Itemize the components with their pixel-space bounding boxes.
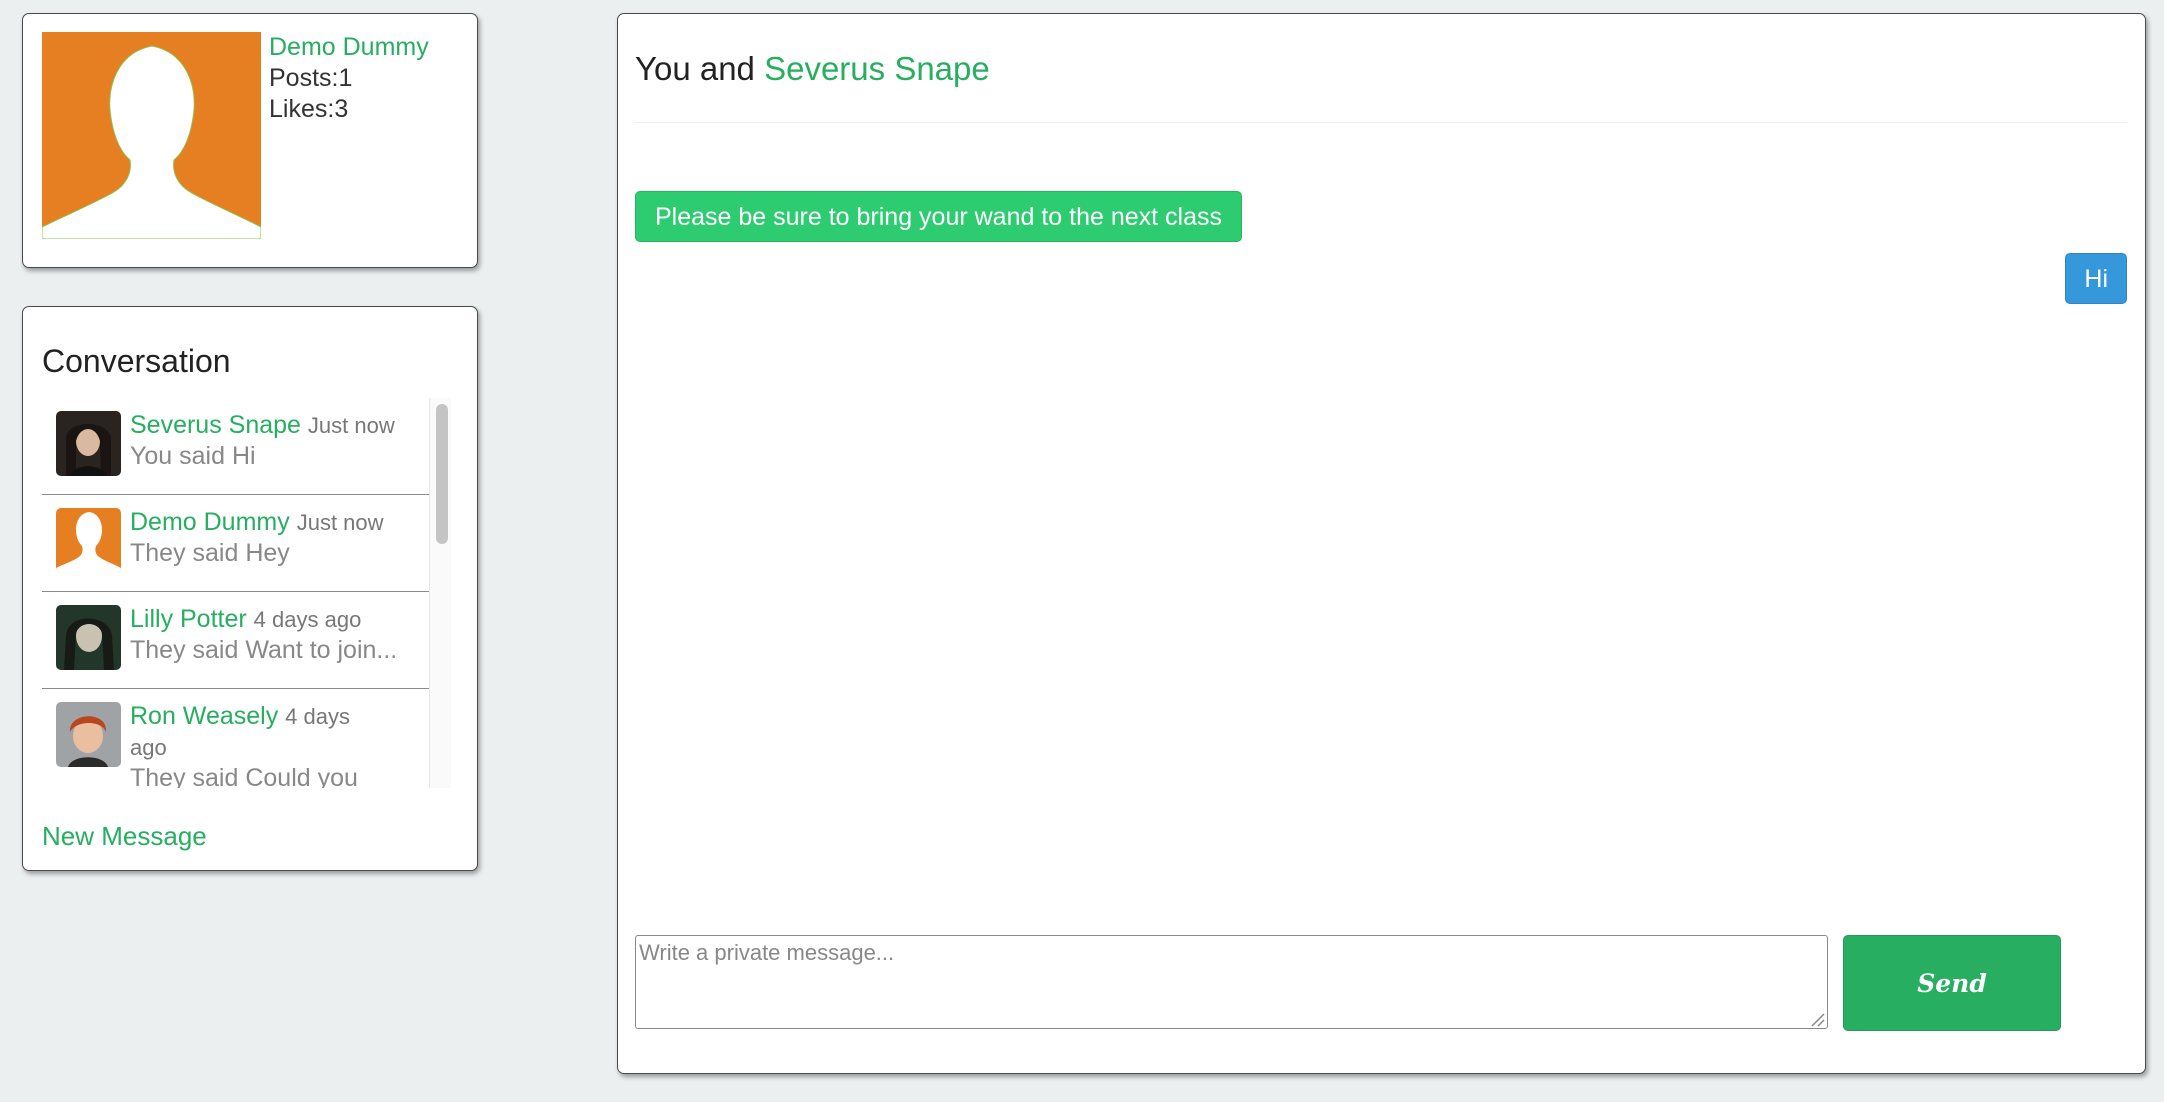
posts-label: Posts: (269, 64, 339, 92)
posts-count: 1 (338, 64, 353, 92)
portrait-severus-snape-icon (56, 411, 121, 476)
conversation-time: Just now (307, 413, 395, 438)
profile-posts: Posts: 1 (269, 63, 429, 94)
chat-partner-name[interactable]: Severus Snape (764, 50, 990, 87)
chat-header-prefix: You and (635, 50, 765, 87)
chat-header: You and Severus Snape (635, 50, 990, 88)
incoming-message-bubble: Please be sure to bring your wand to the… (635, 191, 1242, 242)
conversation-item[interactable]: Severus Snape Just now You said Hi (42, 398, 429, 495)
conversation-item[interactable]: Demo Dummy Just now They said Hey (42, 495, 429, 592)
conversation-text: Ron Weasely 4 days ago They said Could y… (130, 689, 390, 788)
conversation-scrollbar[interactable] (429, 398, 451, 788)
profile-avatar[interactable] (41, 32, 262, 240)
profile-likes: Likes: 3 (269, 94, 429, 125)
chat-panel: You and Severus Snape Please be sure to … (617, 13, 2146, 1074)
conversation-list[interactable]: Severus Snape Just now You said Hi Demo … (42, 398, 451, 788)
conversation-text: Severus Snape Just now You said Hi (130, 410, 425, 472)
portrait-ron-weasely-icon (56, 702, 121, 767)
likes-label: Likes: (269, 95, 335, 123)
conversation-item[interactable]: Ron Weasely 4 days ago They said Could y… (42, 689, 429, 788)
silhouette-avatar-icon (41, 32, 262, 240)
conversation-time: Just now (296, 510, 384, 535)
conversation-title: Conversation (42, 343, 231, 379)
conversation-preview: They said Could you se... (130, 764, 358, 788)
send-button[interactable]: Send (1843, 935, 2061, 1031)
silhouette-avatar-icon (56, 508, 121, 573)
chat-divider (635, 122, 2127, 123)
conversation-name[interactable]: Lilly Potter (130, 605, 247, 633)
conversation-text: Lilly Potter 4 days ago They said Want t… (130, 604, 425, 666)
conversation-time: 4 days ago (253, 607, 362, 632)
conversation-preview: They said Hey (130, 539, 290, 567)
conversation-item[interactable]: Lilly Potter 4 days ago They said Want t… (42, 592, 429, 689)
conversation-name[interactable]: Demo Dummy (130, 508, 290, 536)
outgoing-message-bubble: Hi (2065, 253, 2127, 304)
portrait-lilly-potter-icon (56, 605, 121, 670)
new-message-link[interactable]: New Message (42, 821, 207, 852)
resize-handle-icon[interactable] (1808, 1010, 1825, 1027)
profile-name[interactable]: Demo Dummy (269, 32, 429, 63)
conversation-preview: They said Want to join... (130, 636, 398, 664)
scrollbar-thumb[interactable] (436, 404, 448, 544)
message-input[interactable] (635, 935, 1828, 1029)
conversation-name[interactable]: Severus Snape (130, 411, 301, 439)
conversation-items: Severus Snape Just now You said Hi Demo … (42, 398, 429, 788)
conversation-text: Demo Dummy Just now They said Hey (130, 507, 425, 569)
conversation-card: Conversation Severus Snape Just now You … (22, 306, 478, 871)
profile-card: Demo Dummy Posts: 1 Likes: 3 (22, 13, 478, 268)
conversation-name[interactable]: Ron Weasely (130, 702, 278, 730)
conversation-preview: You said Hi (130, 442, 256, 470)
likes-count: 3 (334, 95, 349, 123)
profile-info: Demo Dummy Posts: 1 Likes: 3 (269, 32, 429, 125)
